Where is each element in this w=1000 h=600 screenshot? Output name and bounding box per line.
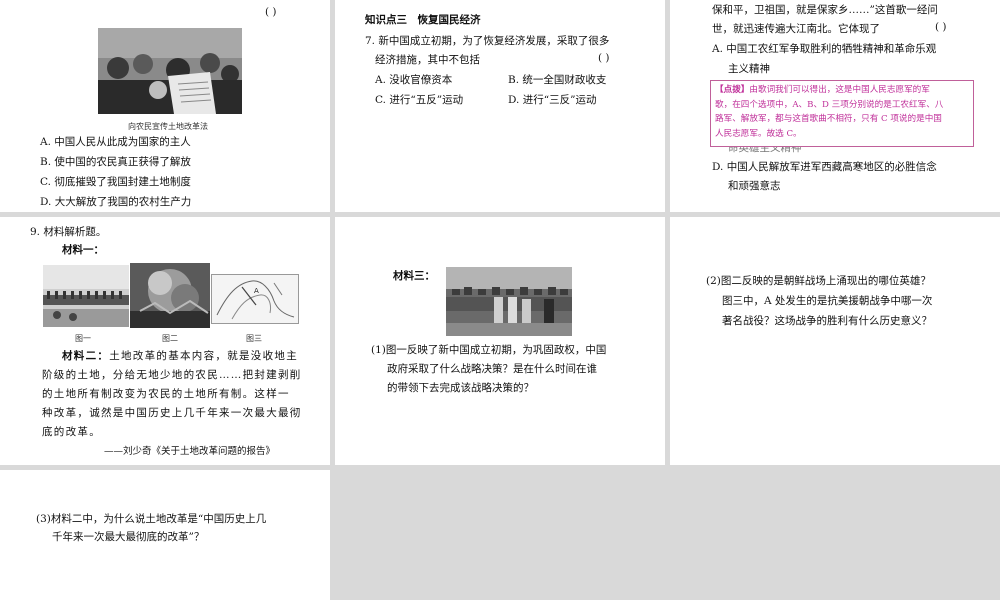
panel-top-right: 保和平，卫祖国，就是保家乡……”这首歌一经问 世，就迅速传遍大江南北。它体现了 … [670,0,1000,212]
question-2-line1: (2)图二反映的是朝鲜战场上涌现出的哪位英雄？ [706,275,931,287]
figure-2-label: 图二 [162,334,178,343]
section-title: 知识点三 恢复国民经济 [365,14,481,26]
material-2-line1: 材料二：土地改革的基本内容，就是没收地主 [62,350,299,362]
question-2-line2: 图三中，A 处发生的是抗美援朝战争中哪一次 [722,295,933,307]
material-3-photo [446,267,572,336]
figure-1-label: 图一 [75,334,91,343]
panel-bottom-left: (3)材料二中，为什么说土地改革是“中国历史上几 千年来一次最大最彻底的改革”？ [0,470,330,600]
hint-line-1: 由歌词我们可以得出，这是中国人民志愿军的军 [749,85,930,95]
hint-line-3: 路军、解放军，都与这首歌曲不相符，只有 C 项说的是中国 [715,114,942,124]
figure-2-image [130,263,210,328]
option-c: C. 彻底摧毁了我国封建土地制度 [40,176,191,188]
option-a-line1: A. 中国工农红军争取胜利的牺牲精神和革命乐观 [712,43,937,55]
option-a: A. 中国人民从此成为国家的主人 [40,136,191,148]
option-a: A. 没收官僚资本 [375,74,453,86]
figure-3-label: 图三 [246,334,262,343]
question-7-line2: 经济措施，其中不包括 [375,54,480,66]
answer-bracket: ( ) [265,6,277,18]
svg-text:A: A [254,287,259,295]
answer-bracket: ( ) [598,52,610,64]
question-3-line2: 千年来一次最大最彻底的改革”？ [52,531,205,543]
hint-tag: 【点拨】 [715,85,750,95]
option-b: B. 统一全国财政收支 [508,74,607,86]
question-1-line3: 的带领下去完成该战略决策的？ [387,382,534,394]
material-2-line5: 底的改革。 [42,426,101,438]
question-7-line1: 7. 新中国成立初期，为了恢复经济发展，采取了很多 [365,35,610,47]
panel-middle-right: (2)图二反映的是朝鲜战场上涌现出的哪位英雄？ 图三中，A 处发生的是抗美援朝战… [670,217,1000,465]
question-2-line3: 著名战役？这场战争的胜利有什么历史意义？ [722,315,932,327]
land-reform-photo [98,28,242,114]
figure-3-map: A [211,274,299,324]
material-2-line4: 种改革，诚然是中国历史上几千年来一次最大最彻 [42,407,302,419]
option-d: D. 大大解放了我国的农村生产力 [40,196,192,208]
song-line2: 世，就迅速传遍大江南北。它体现了 [712,23,880,35]
option-d-line2: 和顽强意志 [728,180,781,192]
option-d-line1: D. 中国人民解放军进军西藏高寒地区的必胜信念 [712,161,937,173]
hint-box: 【点拨】由歌词我们可以得出，这是中国人民志愿军的军 歌，在四个选项中，A、B、D… [710,80,974,147]
text-fragment-top: …… [40,0,61,6]
panel-top-left: …… ( ) 向农民宣传土地改革法 A. 中国人民从此成为国家的主人 B. 使中… [0,0,330,212]
figure-1-image [43,265,129,327]
question-3-line1: (3)材料二中，为什么说土地改革是“中国历史上几 [36,513,267,525]
material-2-label: 材料二： [62,350,110,362]
question-1-line2: 政府采取了什么战略决策？是在什么时间在谁 [387,363,597,375]
hint-line-4: 人民志愿军。故选 C。 [715,128,802,139]
song-line1: 保和平，卫祖国，就是保家乡……”这首歌一经问 [712,4,938,16]
option-a-line2: 主义精神 [728,63,770,75]
option-c: C. 进行“五反”运动 [375,94,464,106]
material-2-source: ——刘少奇《关于土地改革问题的报告》 [104,446,276,457]
material-3-label: 材料三： [393,270,435,282]
question-9: 9. 材料解析题。 [30,226,107,238]
material-2-line2: 阶级的土地，分给无地少地的农民……把封建剥削 [42,369,302,381]
option-b: B. 使中国的农民真正获得了解放 [40,156,191,168]
panel-middle-middle: 材料三： (1)图一反映了新中国成立初期，为巩固政权，中国 政府采取了什么战略决… [335,217,665,465]
answer-bracket: ( ) [935,21,947,33]
question-1-line1: (1)图一反映了新中国成立初期，为巩固政权，中国 [371,344,607,356]
hint-line-2: 歌，在四个选项中，A、B、D 三项分别说的是工农红军、八 [715,99,944,110]
material-2-line3: 的土地所有制改变为农民的土地所有制。这样一 [42,388,290,400]
panel-middle-left: 9. 材料解析题。 材料一： A 图一 图二 图三 材料二：土地改革的基本内容，… [0,217,330,465]
option-d: D. 进行“三反”运动 [508,94,597,106]
panel-top-middle: 知识点三 恢复国民经济 7. 新中国成立初期，为了恢复经济发展，采取了很多 经济… [335,0,665,212]
material-1-label: 材料一： [62,244,104,256]
